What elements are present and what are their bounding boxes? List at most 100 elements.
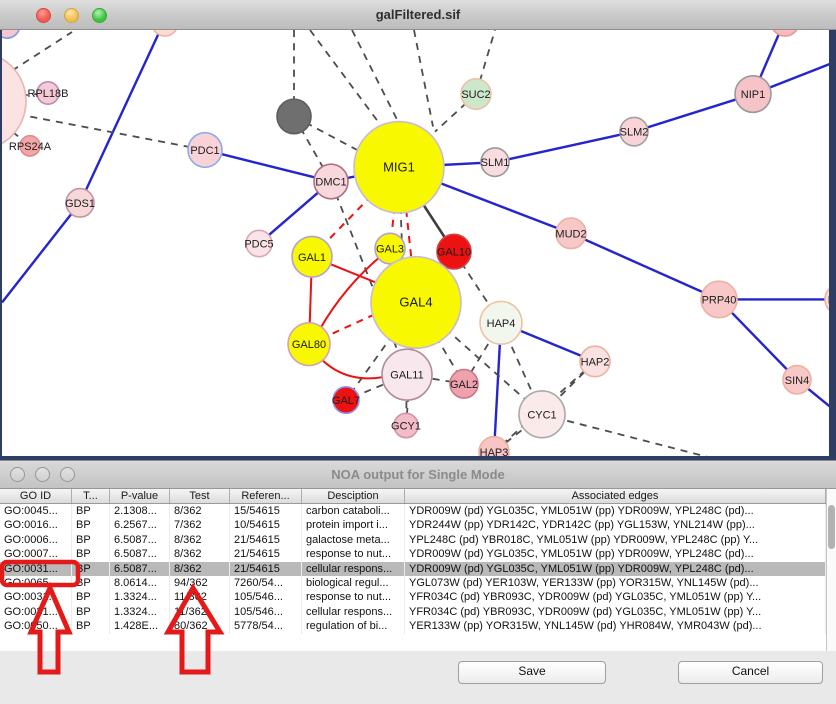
node-gal1[interactable] — [292, 236, 332, 277]
network-edge[interactable] — [414, 30, 433, 127]
node-hap2[interactable] — [580, 346, 610, 377]
network-edge[interactable] — [352, 30, 398, 122]
table-cell: BP — [72, 562, 110, 576]
column-header-go-id[interactable]: GO ID — [0, 489, 72, 503]
network-edge[interactable] — [542, 414, 829, 456]
column-header-desciption[interactable]: Desciption — [302, 489, 405, 503]
vertical-scrollbar[interactable] — [826, 489, 836, 651]
node-gal7[interactable] — [333, 387, 359, 413]
table-cell: 21/54615 — [230, 547, 302, 561]
network-view[interactable]: RPL18BRPS24AGDS1PDC1PDC5MIG1SUC2SLM1DMC1… — [0, 30, 836, 460]
network-window-title: galFiltered.sif — [0, 7, 836, 22]
node-nip1[interactable] — [735, 76, 771, 113]
node-mud2[interactable] — [556, 218, 586, 249]
table-row[interactable]: GO:0031...BP1.3324...11/362105/546...cel… — [0, 605, 826, 619]
node-mig1[interactable] — [354, 122, 444, 214]
table-row[interactable]: GO:0016...BP6.2567...7/36210/54615protei… — [0, 518, 826, 532]
table-cell: protein import i... — [302, 518, 405, 532]
table-cell: biological regul... — [302, 576, 405, 590]
table-cell: BP — [72, 619, 110, 633]
node-unlabeled[interactable] — [277, 99, 311, 134]
table-cell: 6.5087... — [110, 533, 170, 547]
table-row[interactable]: GO:0007...BP6.5087...8/36221/54615respon… — [0, 547, 826, 561]
table-cell: 5778/54... — [230, 619, 302, 633]
node-dmc1[interactable] — [314, 164, 348, 199]
column-header-referen[interactable]: Referen... — [230, 489, 302, 503]
table-cell: response to nut... — [302, 547, 405, 561]
node-unlabeled[interactable] — [2, 52, 26, 150]
table-cell: YDR009W (pd) YGL035C, YML051W (pp) YDR00… — [405, 547, 826, 561]
node-gds1[interactable] — [66, 189, 94, 217]
table-cell: 8/362 — [170, 533, 230, 547]
table-cell: 1.3324... — [110, 590, 170, 604]
column-header-t[interactable]: T... — [72, 489, 110, 503]
network-window-titlebar: galFiltered.sif — [0, 0, 836, 30]
node-rpl18b[interactable] — [37, 82, 59, 104]
node-gal11[interactable] — [382, 349, 432, 400]
network-edge[interactable] — [495, 132, 634, 163]
table-cell: 6.5087... — [110, 562, 170, 576]
noa-window-titlebar: NOA output for Single Mode — [0, 461, 836, 489]
node-cyc1[interactable] — [519, 391, 565, 438]
network-edge[interactable] — [205, 150, 331, 182]
node-unlabeled[interactable] — [152, 30, 178, 36]
node-msn[interactable] — [825, 284, 829, 315]
node-rps24a[interactable] — [20, 136, 40, 156]
node-gal80[interactable] — [288, 323, 330, 366]
column-header-associated-edges[interactable]: Associated edges — [405, 489, 826, 503]
table-cell: 15/54615 — [230, 504, 302, 518]
table-cell: cellular respons... — [302, 605, 405, 619]
table-cell: YPL248C (pd) YBR018C, YML051W (pp) YDR00… — [405, 533, 826, 547]
table-cell: galactose meta... — [302, 533, 405, 547]
network-canvas[interactable]: RPL18BRPS24AGDS1PDC1PDC5MIG1SUC2SLM1DMC1… — [2, 30, 829, 456]
table-cell: 10/54615 — [230, 518, 302, 532]
table-row[interactable]: GO:0065...BP8.0614...94/3627260/54...bio… — [0, 576, 826, 590]
node-unlabeled[interactable] — [2, 30, 20, 38]
network-window: galFiltered.sif RPL18BRPS24AGDS1PDC1PDC5… — [0, 0, 836, 460]
table-cell: GO:0050... — [0, 619, 72, 633]
table-row[interactable]: GO:0031...BP6.5087...8/36221/54615cellul… — [0, 562, 826, 576]
table-cell: YGL073W (pd) YER103W, YER133W (pp) YOR31… — [405, 576, 826, 590]
table-cell: 105/546... — [230, 605, 302, 619]
table-cell: GO:0031... — [0, 590, 72, 604]
network-edge[interactable] — [2, 203, 80, 303]
noa-output-window: NOA output for Single Mode GO IDT...P-va… — [0, 460, 836, 704]
node-gcy1[interactable] — [394, 413, 418, 437]
node-prp40[interactable] — [701, 281, 737, 318]
node-hap4[interactable] — [480, 301, 522, 344]
table-row[interactable]: GO:0045...BP2.1308...8/36215/54615carbon… — [0, 504, 826, 518]
network-edge[interactable] — [12, 32, 72, 71]
table-row[interactable]: GO:0050...BP1.428E...80/3625778/54...reg… — [0, 619, 826, 633]
column-header-p-value[interactable]: P-value — [110, 489, 170, 503]
table-cell: cellular respons... — [302, 562, 405, 576]
node-pdc1[interactable] — [188, 133, 222, 168]
table-cell: 8/362 — [170, 562, 230, 576]
node-unlabeled[interactable] — [771, 30, 799, 36]
node-slm1[interactable] — [481, 148, 509, 176]
node-slm2[interactable] — [620, 117, 648, 145]
network-edge[interactable] — [80, 30, 165, 203]
network-edge[interactable] — [571, 233, 719, 299]
scrollbar-thumb[interactable] — [828, 505, 835, 549]
network-edge[interactable] — [310, 30, 384, 130]
table-cell: regulation of bi... — [302, 619, 405, 633]
node-gal4[interactable] — [371, 257, 461, 349]
node-sin4[interactable] — [783, 366, 811, 394]
column-header-test[interactable]: Test — [170, 489, 230, 503]
save-button[interactable]: Save — [458, 661, 606, 684]
table-cell: BP — [72, 590, 110, 604]
node-hap3[interactable] — [479, 437, 509, 456]
table-cell: 1.3324... — [110, 605, 170, 619]
node-gal2[interactable] — [450, 370, 478, 398]
table-row[interactable]: GO:0006...BP6.5087...8/36221/54615galact… — [0, 533, 826, 547]
node-suc2[interactable] — [461, 79, 491, 110]
table-row[interactable]: GO:0031...BP1.3324...11/362105/546...res… — [0, 590, 826, 604]
table-cell: 2.1308... — [110, 504, 170, 518]
table-cell: GO:0065... — [0, 576, 72, 590]
cancel-button[interactable]: Cancel — [678, 661, 823, 684]
table-cell: BP — [72, 504, 110, 518]
node-pdc5[interactable] — [246, 230, 272, 256]
table-cell: 105/546... — [230, 590, 302, 604]
table-cell: GO:0016... — [0, 518, 72, 532]
node-gal10[interactable] — [437, 234, 471, 269]
